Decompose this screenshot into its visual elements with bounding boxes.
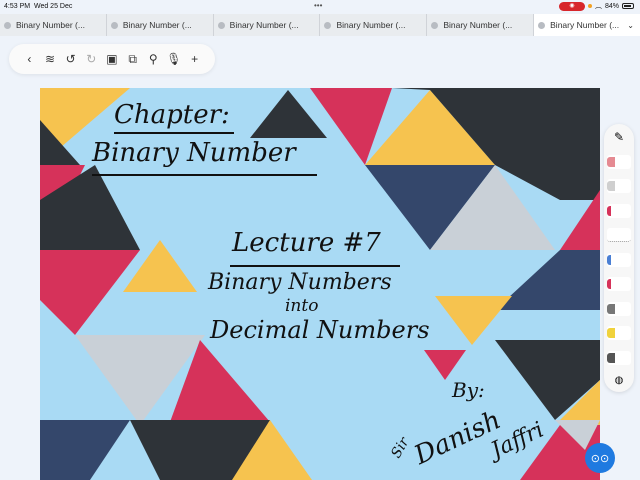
tab-label: Binary Number (... xyxy=(229,20,299,30)
page-icon[interactable]: ▣ xyxy=(104,52,120,66)
chapter-title: Binary Number xyxy=(92,138,296,168)
slide-canvas[interactable]: Chapter: Binary Number Lecture #7 Binary… xyxy=(40,88,600,480)
highlighter-yellow[interactable] xyxy=(607,326,631,340)
time: 4:53 PM xyxy=(4,2,31,10)
lasso-tool[interactable] xyxy=(607,179,631,193)
back-icon[interactable]: ‹ xyxy=(21,52,37,66)
layers-icon[interactable]: ≋ xyxy=(42,52,58,66)
triangle xyxy=(424,350,466,380)
shapes-icon[interactable]: ⧉ xyxy=(125,52,141,67)
eraser-tool[interactable] xyxy=(607,154,631,169)
underline xyxy=(92,174,317,176)
search-icon[interactable]: ⚲ xyxy=(145,52,161,66)
blue-pen-tool[interactable] xyxy=(607,252,631,267)
tab-6-active[interactable]: Binary Number (... ⌄ xyxy=(534,14,640,36)
triangle xyxy=(40,420,130,480)
battery-level: 84% xyxy=(604,2,619,10)
status-bar: 4:53 PM Wed 25 Dec ••• ◉ ︵ 84% xyxy=(0,0,640,12)
triangle xyxy=(250,90,327,138)
color-palette-icon[interactable]: ◍ xyxy=(615,375,624,386)
tab-label: Binary Number (... xyxy=(550,20,620,30)
underline xyxy=(114,132,234,134)
tab-bar: Binary Number (... Binary Number (... Bi… xyxy=(0,14,640,36)
tab-label: Binary Number (... xyxy=(16,20,85,30)
mic-icon[interactable]: 🎙 xyxy=(166,52,182,66)
triangle xyxy=(495,250,600,310)
chapter-label: Chapter: xyxy=(114,100,230,130)
close-icon[interactable] xyxy=(110,21,118,29)
lecture-line-2: into xyxy=(285,296,319,316)
close-icon[interactable] xyxy=(538,21,546,29)
mic-indicator-icon xyxy=(587,4,592,8)
chevron-down-icon[interactable]: ⌄ xyxy=(627,21,634,30)
underline xyxy=(230,265,400,267)
triangle xyxy=(435,296,512,345)
pencil-icon[interactable]: ✎ xyxy=(614,130,624,144)
close-icon[interactable] xyxy=(431,21,439,29)
tab-4[interactable]: Binary Number (... xyxy=(320,14,428,36)
red-marker-tool[interactable] xyxy=(607,277,631,291)
fountain-pen-blue[interactable] xyxy=(607,301,631,316)
wifi-icon: ︵ xyxy=(594,3,602,10)
battery-icon xyxy=(622,3,634,9)
tool-palette: ✎ ◍ xyxy=(604,124,634,392)
close-icon[interactable] xyxy=(217,21,225,29)
multitask-dots[interactable]: ••• xyxy=(314,1,322,10)
tab-label: Binary Number (... xyxy=(122,20,192,30)
tab-2[interactable]: Binary Number (... xyxy=(107,14,214,36)
lecture-line-1: Binary Numbers xyxy=(208,270,392,295)
chat-bot-icon: ⊙⊙ xyxy=(590,452,610,465)
red-pen-tool[interactable] xyxy=(607,203,631,218)
ruler-tool[interactable] xyxy=(607,228,631,242)
tab-label: Binary Number (... xyxy=(443,20,513,30)
tab-label: Binary Number (... xyxy=(336,20,406,30)
fountain-pen-black[interactable] xyxy=(607,350,631,365)
tab-5[interactable]: Binary Number (... xyxy=(427,14,535,36)
recording-icon[interactable]: ◉ xyxy=(558,1,585,11)
assistant-button[interactable]: ⊙⊙ xyxy=(585,443,615,473)
tab-1[interactable]: Binary Number (... xyxy=(0,14,107,36)
triangle xyxy=(40,250,140,335)
lecture-number: Lecture #7 xyxy=(232,228,381,258)
close-icon[interactable] xyxy=(324,21,332,29)
by-label: By: xyxy=(452,378,485,402)
tab-3[interactable]: Binary Number (... xyxy=(214,14,321,36)
close-icon[interactable] xyxy=(4,21,11,29)
note-toolbar: ‹ ≋ ↺ ↻ ▣ ⧉ ⚲ 🎙 + xyxy=(9,44,215,74)
date: Wed 25 Dec xyxy=(33,2,73,10)
lecture-line-3: Decimal Numbers xyxy=(210,316,430,344)
add-icon[interactable]: + xyxy=(187,52,203,66)
undo-icon[interactable]: ↺ xyxy=(63,52,79,66)
redo-icon[interactable]: ↻ xyxy=(83,52,99,66)
